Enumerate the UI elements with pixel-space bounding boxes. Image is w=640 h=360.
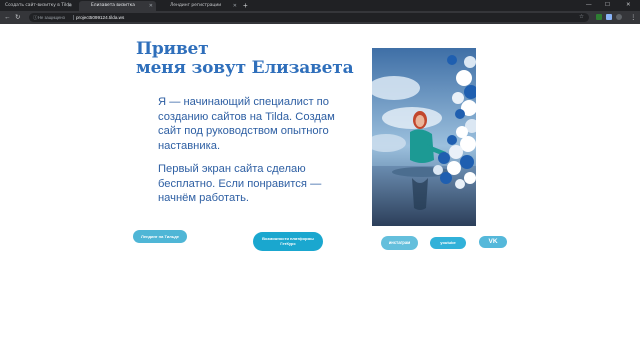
- tab-business-card[interactable]: Елизавета визитка ✕: [79, 1, 156, 11]
- browser-tab-bar: Создать сайт-визитку в Tilda ✕ Елизавета…: [0, 0, 640, 11]
- security-label: Не защищено: [38, 15, 65, 20]
- getcourse-platform-button[interactable]: Возможности платформы ГетКурс: [253, 232, 323, 251]
- close-icon[interactable]: ✕: [233, 1, 237, 11]
- page-title: Привет меня зовут Елизавета: [136, 39, 354, 78]
- close-icon[interactable]: ✕: [149, 1, 153, 11]
- extension-shield-icon[interactable]: [596, 14, 602, 20]
- maximize-button[interactable]: ☐: [605, 0, 610, 11]
- instagram-button[interactable]: инстаграм: [381, 236, 418, 250]
- title-line-greeting: Привет: [136, 39, 209, 59]
- intro-paragraph: Я — начинающий специалист по созданию са…: [158, 96, 335, 152]
- url-text[interactable]: project5099124.tilda.ws: [76, 13, 124, 22]
- title-line-name: меня зовут Елизавета: [136, 58, 354, 78]
- tab-label: Лендинг регистрации: [170, 3, 222, 8]
- tab-registration-landing[interactable]: Лендинг регистрации ✕: [160, 1, 240, 11]
- close-window-button[interactable]: ✕: [626, 0, 631, 11]
- menu-icon[interactable]: ⋮: [630, 12, 637, 23]
- tab-label: Елизавета визитка: [91, 3, 135, 8]
- youtube-button[interactable]: youtube: [430, 237, 466, 249]
- browser-toolbar: ← ↻ ⓘ Не защищено project5099124.tilda.w…: [0, 11, 640, 24]
- tab-create-site[interactable]: Создать сайт-визитку в Tilda ✕: [0, 1, 75, 11]
- vk-button[interactable]: VK: [479, 236, 507, 248]
- back-button[interactable]: ←: [4, 12, 11, 23]
- tilda-landing-button[interactable]: Лендинг на Тильде: [133, 230, 187, 243]
- new-tab-button[interactable]: +: [243, 0, 248, 11]
- not-secure-icon[interactable]: ⓘ: [33, 13, 38, 22]
- offer-paragraph: Первый экран сайта сделаю бесплатно. Есл…: [158, 163, 322, 205]
- bookmark-star-icon[interactable]: ☆: [579, 13, 584, 22]
- extension-icon[interactable]: [606, 14, 612, 20]
- avatar[interactable]: [616, 14, 622, 20]
- button-label-line2: ГетКурс: [280, 241, 296, 246]
- close-icon[interactable]: ✕: [68, 1, 72, 11]
- divider: [73, 15, 74, 20]
- address-bar[interactable]: ⓘ Не защищено project5099124.tilda.ws ☆: [29, 13, 589, 22]
- profile-photo: [372, 48, 476, 226]
- reload-button[interactable]: ↻: [15, 12, 20, 23]
- tab-label: Создать сайт-визитку в Tilda: [5, 3, 72, 8]
- minimize-button[interactable]: —: [586, 0, 592, 11]
